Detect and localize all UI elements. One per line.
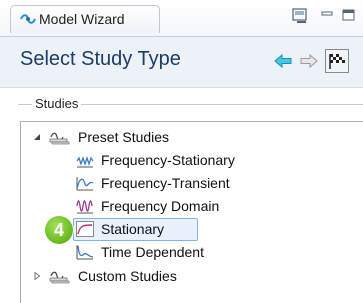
- section-label-studies: Studies: [32, 96, 82, 111]
- maximize-icon[interactable]: [340, 7, 358, 25]
- screen-icon[interactable]: [291, 7, 309, 25]
- model-wizard-window: Model Wizard Select Study Type Studies P…: [0, 0, 363, 303]
- comsol-wizard-icon: [20, 14, 36, 24]
- model-wizard-tab[interactable]: Model Wizard: [10, 5, 160, 33]
- stationary-icon: [76, 221, 94, 237]
- expand-triangle-icon[interactable]: [33, 272, 41, 280]
- tree-item-label: Stationary: [101, 221, 165, 237]
- tree-group-label: Preset Studies: [78, 129, 170, 145]
- collapse-triangle-icon[interactable]: [33, 133, 41, 141]
- step-number-badge: 4: [45, 216, 73, 244]
- wizard-header: Select Study Type: [0, 36, 363, 88]
- tree-group-custom-studies[interactable]: Custom Studies: [21, 265, 341, 287]
- tree-item-label: Frequency Domain: [101, 198, 220, 214]
- tree-item-label: Frequency-Stationary: [101, 152, 235, 168]
- studies-tree[interactable]: Preset Studies Frequency-Stationary Freq…: [20, 121, 363, 303]
- minimize-icon[interactable]: [318, 7, 336, 25]
- study-group-icon: [49, 132, 70, 145]
- tree-item-time-dependent[interactable]: Time Dependent: [21, 241, 341, 263]
- time-dependent-icon: [76, 245, 94, 260]
- back-arrow-icon[interactable]: [272, 51, 294, 71]
- frequency-domain-icon: [76, 200, 93, 214]
- page-title: Select Study Type: [20, 48, 181, 70]
- tree-item-label: Frequency-Transient: [101, 175, 230, 191]
- frequency-transient-icon: [76, 177, 94, 191]
- tree-item-frequency-stationary[interactable]: Frequency-Stationary: [21, 149, 341, 171]
- forward-arrow-icon[interactable]: [298, 51, 320, 71]
- frequency-stationary-icon: [76, 155, 94, 168]
- tree-item-frequency-transient[interactable]: Frequency-Transient: [21, 172, 341, 194]
- title-bar: Model Wizard: [0, 0, 363, 36]
- study-group-icon: [49, 271, 70, 284]
- tree-group-preset-studies[interactable]: Preset Studies: [21, 126, 341, 148]
- tree-group-label: Custom Studies: [78, 268, 177, 284]
- tree-item-frequency-domain[interactable]: Frequency Domain: [21, 195, 341, 217]
- tree-item-label: Time Dependent: [101, 244, 204, 260]
- window-title: Model Wizard: [39, 11, 125, 27]
- finish-flag-icon[interactable]: [325, 49, 349, 73]
